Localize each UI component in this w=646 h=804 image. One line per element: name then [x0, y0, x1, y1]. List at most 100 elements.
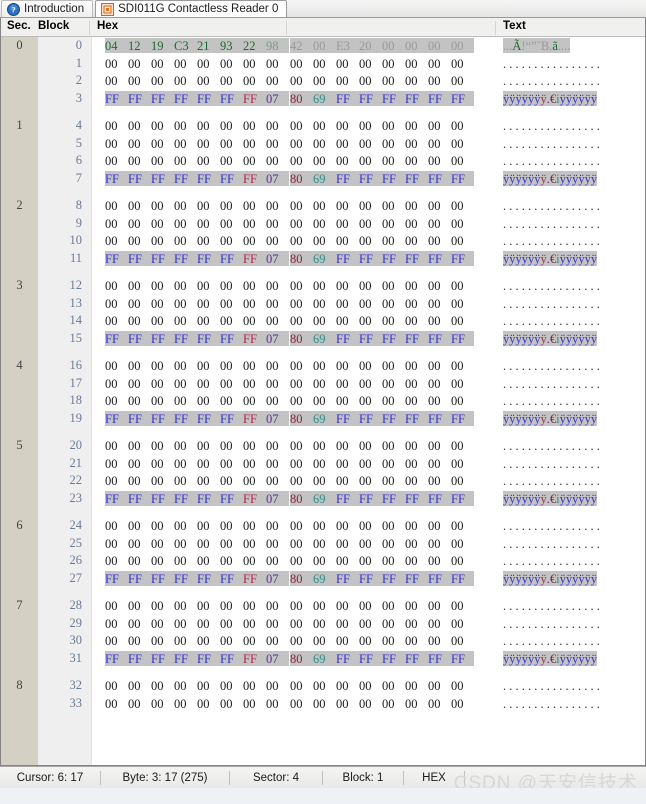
hex-byte[interactable]: 00 — [243, 678, 266, 696]
hex-byte[interactable]: 00 — [405, 536, 428, 554]
hex-byte[interactable]: 00 — [382, 358, 405, 376]
hex-byte[interactable]: FF — [128, 331, 151, 349]
hex-byte[interactable]: 00 — [174, 633, 197, 651]
hex-byte[interactable]: FF — [128, 571, 151, 589]
hex-byte[interactable]: 00 — [220, 198, 243, 216]
hex-group-low[interactable]: 00 00 00 00 00 00 00 00 — [105, 616, 289, 631]
hex-byte[interactable]: 00 — [151, 136, 174, 154]
hex-byte[interactable]: 00 — [313, 598, 336, 616]
hex-byte[interactable]: 00 — [382, 136, 405, 154]
hex-byte[interactable]: 00 — [290, 313, 313, 331]
hex-byte[interactable]: 00 — [290, 553, 313, 571]
ascii-text-cell[interactable]: . . . . . . . . . . . . . . . . — [503, 153, 600, 168]
hex-byte[interactable]: 00 — [266, 536, 289, 554]
hex-byte[interactable]: 00 — [151, 56, 174, 74]
header-separator[interactable] — [495, 21, 496, 35]
tab-sdi011g-reader[interactable]: SDI011G Contactless Reader 0 — [95, 0, 288, 17]
hex-byte[interactable]: FF — [336, 411, 359, 429]
hex-byte[interactable]: 00 — [151, 473, 174, 491]
hex-byte[interactable]: 00 — [174, 616, 197, 634]
hex-group-high[interactable]: 00 00 00 00 00 00 00 00 — [290, 678, 474, 693]
hex-group-low[interactable]: 00 00 00 00 00 00 00 00 — [105, 313, 289, 328]
hex-byte[interactable]: 00 — [220, 598, 243, 616]
ascii-text-cell[interactable]: . . . . . . . . . . . . . . . . — [503, 678, 600, 693]
hex-byte[interactable]: 00 — [128, 216, 151, 234]
hex-byte[interactable]: FF — [405, 411, 428, 429]
hex-byte[interactable]: 00 — [105, 518, 128, 536]
hex-byte[interactable]: 00 — [197, 216, 220, 234]
hex-byte[interactable]: 00 — [382, 118, 405, 136]
hex-byte[interactable]: 00 — [266, 73, 289, 91]
hex-byte[interactable]: 00 — [220, 118, 243, 136]
hex-byte[interactable]: 00 — [197, 198, 220, 216]
hex-byte[interactable]: 00 — [313, 313, 336, 331]
hex-byte[interactable]: FF — [220, 251, 243, 269]
ascii-text-cell[interactable]: . . . . . . . . . . . . . . . . — [503, 598, 600, 613]
hex-byte[interactable]: 00 — [382, 278, 405, 296]
hex-byte[interactable]: 00 — [336, 473, 359, 491]
hex-byte[interactable]: 00 — [105, 473, 128, 491]
hex-row[interactable]: 6 24 00 00 00 00 00 00 00 00 00 00 00 00 00 00 00 00. . .… — [1, 517, 645, 535]
hex-byte[interactable]: 00 — [359, 696, 382, 714]
hex-byte[interactable]: 00 — [220, 296, 243, 314]
hex-byte[interactable]: 00 — [128, 393, 151, 411]
hex-byte[interactable]: 00 — [451, 56, 474, 74]
hex-byte[interactable]: 00 — [197, 553, 220, 571]
hex-byte[interactable]: 00 — [313, 198, 336, 216]
hex-byte[interactable]: 00 — [243, 278, 266, 296]
hex-byte[interactable]: 07 — [266, 491, 289, 509]
hex-byte[interactable]: 00 — [359, 358, 382, 376]
hex-byte[interactable]: 00 — [220, 456, 243, 474]
hex-byte[interactable]: FF — [197, 411, 220, 429]
hex-byte[interactable]: 69 — [313, 91, 336, 109]
hex-byte[interactable]: 00 — [428, 536, 451, 554]
hex-byte[interactable]: FF — [451, 171, 474, 189]
hex-byte[interactable]: 00 — [197, 296, 220, 314]
hex-group-high[interactable]: 80 69 FF FF FF FF FF FF — [290, 330, 474, 346]
hex-byte[interactable]: 00 — [105, 678, 128, 696]
hex-byte[interactable]: FF — [382, 411, 405, 429]
hex-row[interactable]: 5 20 00 00 00 00 00 00 00 00 00 00 00 00 00 00 00 00. . .… — [1, 437, 645, 455]
hex-byte[interactable]: 80 — [290, 491, 313, 509]
ascii-text-cell[interactable]: . . . . . . . . . . . . . . . . — [503, 376, 600, 391]
hex-byte[interactable]: 00 — [197, 73, 220, 91]
hex-byte[interactable]: FF — [243, 331, 266, 349]
hex-byte[interactable]: 00 — [151, 536, 174, 554]
hex-byte[interactable]: FF — [151, 571, 174, 589]
hex-byte[interactable]: FF — [243, 91, 266, 109]
hex-byte[interactable]: 00 — [220, 233, 243, 251]
hex-byte[interactable]: 00 — [336, 313, 359, 331]
hex-byte[interactable]: 00 — [220, 438, 243, 456]
hex-byte[interactable]: FF — [128, 411, 151, 429]
hex-byte[interactable]: 00 — [405, 153, 428, 171]
hex-group-low[interactable]: 00 00 00 00 00 00 00 00 — [105, 456, 289, 471]
hex-group-high[interactable]: 00 00 00 00 00 00 00 00 — [290, 616, 474, 631]
hex-byte[interactable]: 00 — [290, 278, 313, 296]
hex-byte[interactable]: 00 — [428, 456, 451, 474]
hex-byte[interactable]: 00 — [105, 198, 128, 216]
hex-group-low[interactable]: 00 00 00 00 00 00 00 00 — [105, 118, 289, 133]
hex-byte[interactable]: 00 — [197, 313, 220, 331]
hex-byte[interactable]: 00 — [428, 678, 451, 696]
hex-byte[interactable]: 00 — [174, 536, 197, 554]
hex-byte[interactable]: FF — [151, 411, 174, 429]
hex-group-high[interactable]: 00 00 00 00 00 00 00 00 — [290, 598, 474, 613]
hex-byte[interactable]: 00 — [336, 73, 359, 91]
hex-byte[interactable]: 00 — [405, 473, 428, 491]
hex-byte[interactable]: 00 — [266, 118, 289, 136]
hex-byte[interactable]: 00 — [174, 456, 197, 474]
hex-byte[interactable]: 00 — [128, 518, 151, 536]
hex-byte[interactable]: 00 — [266, 376, 289, 394]
hex-group-low[interactable]: 00 00 00 00 00 00 00 00 — [105, 598, 289, 613]
hex-row[interactable]: 2 8 00 00 00 00 00 00 00 00 00 00 00 00 00 00 00 00. . . … — [1, 197, 645, 215]
hex-group-low[interactable]: 00 00 00 00 00 00 00 00 — [105, 56, 289, 71]
hex-byte[interactable]: 00 — [290, 198, 313, 216]
hex-byte[interactable]: 00 — [428, 473, 451, 491]
hex-byte[interactable]: FF — [174, 251, 197, 269]
hex-byte[interactable]: 00 — [128, 616, 151, 634]
hex-byte[interactable]: 00 — [128, 278, 151, 296]
hex-byte[interactable]: 00 — [266, 696, 289, 714]
hex-byte[interactable]: 00 — [220, 313, 243, 331]
hex-byte[interactable]: 00 — [382, 518, 405, 536]
hex-byte[interactable]: FF — [174, 331, 197, 349]
